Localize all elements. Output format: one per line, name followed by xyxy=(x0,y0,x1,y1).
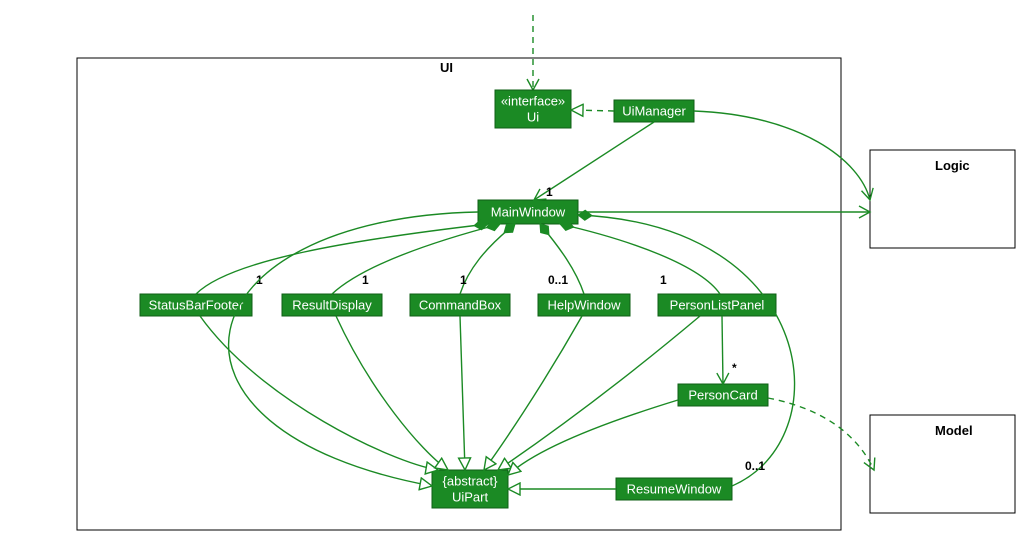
edge-resultdisplay-extends-uipart xyxy=(336,316,448,470)
ui-interface-stereotype: «interface» xyxy=(501,93,565,108)
mult-commandbox: 1 xyxy=(460,273,467,287)
package-logic-label: Logic xyxy=(935,158,970,173)
edge-comp-commandbox xyxy=(460,224,515,294)
edge-personlist-extends-uipart xyxy=(498,316,700,470)
edge-commandbox-extends-uipart xyxy=(460,316,465,470)
edge-personlist-to-personcard xyxy=(722,316,723,384)
person-list-panel-label: PersonListPanel xyxy=(670,297,765,312)
mult-helpwindow: 0..1 xyxy=(548,273,568,287)
edge-statusbar-extends-uipart xyxy=(200,316,438,470)
mult-mainwindow: 1 xyxy=(546,185,553,199)
class-resume-window: ResumeWindow xyxy=(616,478,732,500)
edge-comp-statusbar xyxy=(196,224,488,294)
class-ui-manager: UiManager xyxy=(614,100,694,122)
command-box-label: CommandBox xyxy=(419,297,502,312)
person-card-label: PersonCard xyxy=(688,387,757,402)
package-ui-label: UI xyxy=(440,60,453,75)
ui-interface-name: Ui xyxy=(527,109,539,124)
result-display-label: ResultDisplay xyxy=(292,297,372,312)
class-main-window: MainWindow xyxy=(478,200,578,224)
mult-resultdisplay: 1 xyxy=(362,273,369,287)
mult-resumewindow: 0..1 xyxy=(745,459,765,473)
main-window-label: MainWindow xyxy=(491,204,566,219)
edge-uimanager-realizes-ui xyxy=(571,110,614,111)
class-ui-part: {abstract} UiPart xyxy=(432,470,508,508)
mult-personcard: * xyxy=(732,361,737,375)
ui-part-stereotype: {abstract} xyxy=(443,473,499,488)
edge-helpwindow-extends-uipart xyxy=(484,316,582,470)
class-help-window: HelpWindow xyxy=(538,294,630,316)
edge-comp-resumewindow xyxy=(578,215,795,486)
ui-part-name: UiPart xyxy=(452,489,489,504)
resume-window-label: ResumeWindow xyxy=(627,481,722,496)
edge-personcard-extends-uipart xyxy=(508,400,678,475)
class-person-list-panel: PersonListPanel xyxy=(658,294,776,316)
class-command-box: CommandBox xyxy=(410,294,510,316)
mult-personlist: 1 xyxy=(660,273,667,287)
class-person-card: PersonCard xyxy=(678,384,768,406)
ui-manager-label: UiManager xyxy=(622,103,686,118)
edge-uimanager-to-logic xyxy=(694,111,870,200)
class-result-display: ResultDisplay xyxy=(282,294,382,316)
status-bar-footer-label: StatusBarFooter xyxy=(149,297,244,312)
package-model-label: Model xyxy=(935,423,973,438)
edge-comp-resultdisplay xyxy=(332,224,500,294)
help-window-label: HelpWindow xyxy=(548,297,622,312)
uml-diagram: UI Logic Model «interface» Ui UiManager … xyxy=(0,0,1035,533)
edge-comp-personlist xyxy=(560,224,720,294)
class-ui-interface: «interface» Ui xyxy=(495,90,571,128)
